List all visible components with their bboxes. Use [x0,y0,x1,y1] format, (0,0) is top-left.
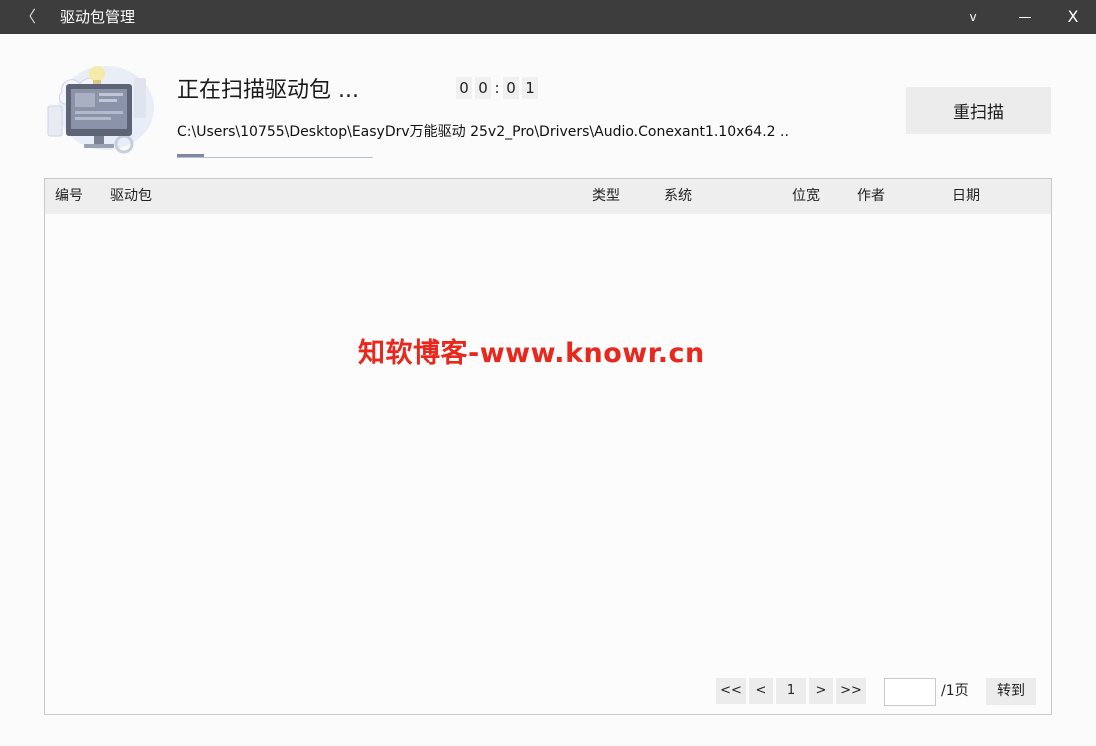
scan-current-path: C:\Users\10755\Desktop\EasyDrv万能驱动 25v2_… [177,124,789,140]
scan-progress-fill [177,154,205,157]
next-page-button[interactable]: > [809,678,833,704]
timer-digit: 0 [503,77,519,99]
column-header-author[interactable]: 作者 [857,179,885,214]
total-pages-label: /1页 [941,683,969,699]
goto-page-button[interactable]: 转到 [986,678,1036,705]
driver-table: 编号 驱动包 类型 系统 位宽 作者 日期 [44,178,1052,715]
minimize-button[interactable] [1010,0,1040,34]
table-header: 编号 驱动包 类型 系统 位宽 作者 日期 [45,179,1051,214]
dropdown-icon[interactable]: v [958,0,988,34]
prev-page-button[interactable]: < [749,678,773,704]
last-page-button[interactable]: >> [836,678,866,704]
page-number-input[interactable] [884,678,936,706]
current-page-button[interactable]: 1 [776,678,806,704]
column-header-date[interactable]: 日期 [952,179,980,214]
window-title: 驱动包管理 [60,8,136,26]
column-header-system[interactable]: 系统 [664,179,692,214]
scan-status-title: 正在扫描驱动包 ... [177,78,359,103]
timer-colon: : [494,79,500,97]
title-bar: 〈 驱动包管理 v X [0,0,1096,34]
timer-digit: 0 [456,77,472,99]
close-button[interactable]: X [1058,0,1088,34]
timer-digit: 1 [522,77,538,99]
first-page-button[interactable]: << [716,678,746,704]
minimize-icon [1019,16,1031,18]
watermark-text: 知软博客-www.knowr.cn [358,338,705,369]
rescan-button[interactable]: 重扫描 [906,87,1051,134]
column-header-number[interactable]: 编号 [55,179,83,214]
computer-illustration-icon [44,60,156,160]
column-header-driver-package[interactable]: 驱动包 [110,179,152,214]
back-icon[interactable]: 〈 [18,0,38,34]
scan-progress-bar [177,154,373,158]
column-header-type[interactable]: 类型 [592,179,620,214]
column-header-bitness[interactable]: 位宽 [792,179,820,214]
timer-digit: 0 [475,77,491,99]
scan-timer: 0 0 : 0 1 [456,77,541,99]
